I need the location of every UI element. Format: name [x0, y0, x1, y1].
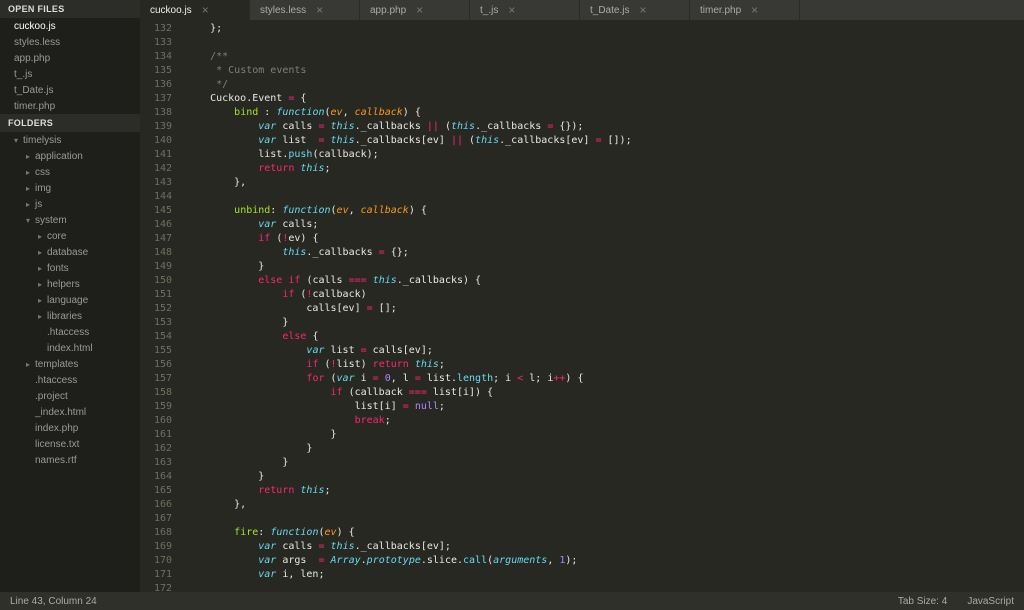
chevron-down-icon: ▾: [14, 136, 23, 145]
code-view[interactable]: }; /** * Custom events */ Cuckoo.Event =…: [180, 20, 1024, 592]
tab-label: cuckoo.js: [150, 5, 192, 16]
chevron-right-icon: ▸: [26, 200, 35, 209]
chevron-right-icon: ▸: [38, 280, 47, 289]
tab[interactable]: t_.js ×: [470, 0, 580, 20]
open-file-item[interactable]: styles.less: [0, 34, 140, 50]
chevron-right-icon: ▸: [38, 312, 47, 321]
code-area[interactable]: 132 133 134 135 136 137 138 139 140 141 …: [140, 20, 1024, 592]
open-files-header: OPEN FILES: [0, 0, 140, 18]
file-item[interactable]: index.php: [0, 420, 140, 436]
file-item[interactable]: index.html: [0, 340, 140, 356]
tab-label: styles.less: [260, 5, 306, 16]
chevron-right-icon: ▸: [26, 184, 35, 193]
open-file-item[interactable]: app.php: [0, 50, 140, 66]
folder-item[interactable]: ▸js: [0, 196, 140, 212]
file-item[interactable]: names.rtf: [0, 452, 140, 468]
tab[interactable]: t_Date.js ×: [580, 0, 690, 20]
folder-item[interactable]: ▸language: [0, 292, 140, 308]
syntax-mode[interactable]: JavaScript: [967, 596, 1014, 607]
chevron-down-icon: ▾: [26, 216, 35, 225]
chevron-right-icon: ▸: [38, 248, 47, 257]
line-gutter: 132 133 134 135 136 137 138 139 140 141 …: [140, 20, 180, 592]
tab[interactable]: app.php ×: [360, 0, 470, 20]
folder-item[interactable]: ▸database: [0, 244, 140, 260]
chevron-right-icon: ▸: [26, 168, 35, 177]
close-icon[interactable]: ×: [508, 3, 515, 17]
tab[interactable]: timer.php ×: [690, 0, 800, 20]
file-item[interactable]: .project: [0, 388, 140, 404]
folder-root[interactable]: ▾timelysis: [0, 132, 140, 148]
folder-item[interactable]: ▸libraries: [0, 308, 140, 324]
folder-item[interactable]: ▸fonts: [0, 260, 140, 276]
folder-item[interactable]: ▸helpers: [0, 276, 140, 292]
folder-item[interactable]: ▸core: [0, 228, 140, 244]
tab[interactable]: cuckoo.js ×: [140, 0, 250, 20]
file-item[interactable]: license.txt: [0, 436, 140, 452]
folder-item[interactable]: ▸application: [0, 148, 140, 164]
close-icon[interactable]: ×: [316, 3, 323, 17]
folder-templates[interactable]: ▸templates: [0, 356, 140, 372]
chevron-right-icon: ▸: [26, 360, 35, 369]
tab-label: t_.js: [480, 5, 498, 16]
close-icon[interactable]: ×: [751, 3, 758, 17]
file-item[interactable]: .htaccess: [0, 324, 140, 340]
tab-bar: cuckoo.js×styles.less×app.php×t_.js×t_Da…: [140, 0, 1024, 20]
open-file-item[interactable]: cuckoo.js: [0, 18, 140, 34]
close-icon[interactable]: ×: [202, 3, 209, 17]
close-icon[interactable]: ×: [639, 3, 646, 17]
chevron-right-icon: ▸: [26, 152, 35, 161]
open-file-item[interactable]: t_.js: [0, 66, 140, 82]
tab-label: app.php: [370, 5, 406, 16]
chevron-right-icon: ▸: [38, 296, 47, 305]
close-icon[interactable]: ×: [416, 3, 423, 17]
open-file-item[interactable]: t_Date.js: [0, 82, 140, 98]
folder-system[interactable]: ▾system: [0, 212, 140, 228]
chevron-right-icon: ▸: [38, 232, 47, 241]
tab-label: timer.php: [700, 5, 741, 16]
status-bar: Line 43, Column 24 Tab Size: 4 JavaScrip…: [0, 592, 1024, 610]
file-item[interactable]: _index.html: [0, 404, 140, 420]
tab-label: t_Date.js: [590, 5, 629, 16]
cursor-position[interactable]: Line 43, Column 24: [10, 596, 97, 607]
open-file-item[interactable]: timer.php: [0, 98, 140, 114]
tab[interactable]: styles.less ×: [250, 0, 360, 20]
tab-size[interactable]: Tab Size: 4: [898, 596, 947, 607]
chevron-right-icon: ▸: [38, 264, 47, 273]
folder-item[interactable]: ▸css: [0, 164, 140, 180]
folder-item[interactable]: ▸img: [0, 180, 140, 196]
file-item[interactable]: .htaccess: [0, 372, 140, 388]
folders-header: FOLDERS: [0, 114, 140, 132]
sidebar: OPEN FILES cuckoo.jsstyles.lessapp.phpt_…: [0, 0, 140, 592]
editor-pane: cuckoo.js×styles.less×app.php×t_.js×t_Da…: [140, 0, 1024, 592]
